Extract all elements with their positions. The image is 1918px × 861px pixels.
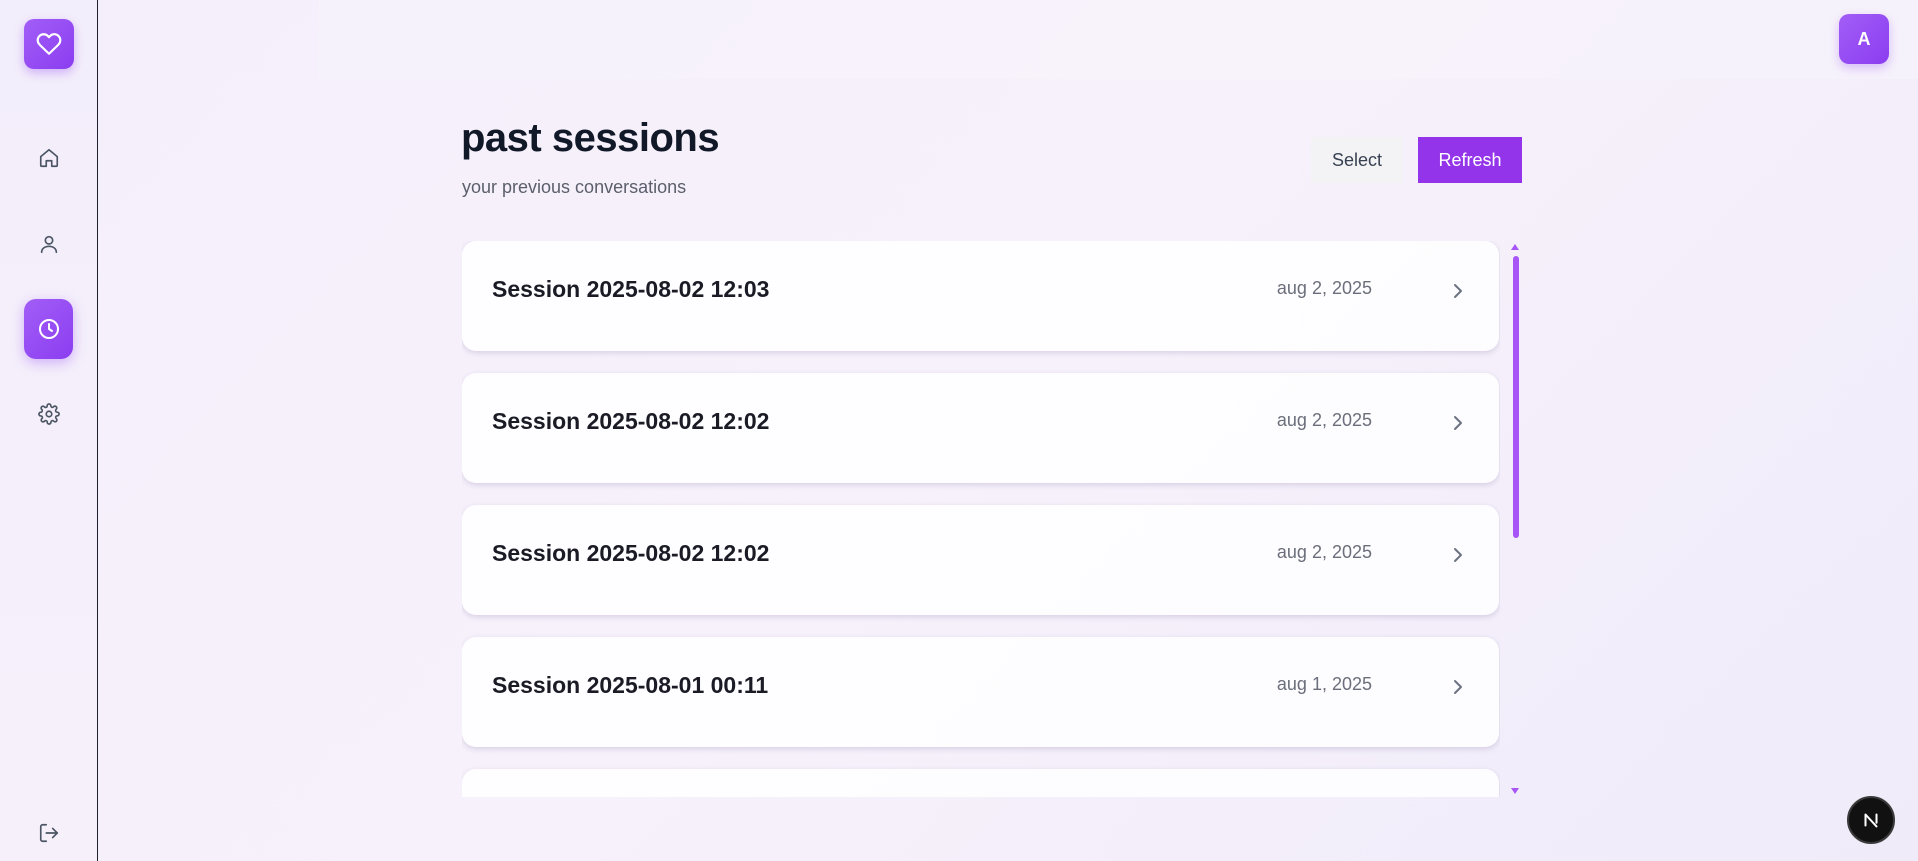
scroll-down-arrow[interactable] [1510,787,1520,795]
sidebar-item-history[interactable] [24,299,73,359]
sidebar [0,0,98,861]
clock-icon [38,319,59,339]
top-bar [318,0,1918,79]
nextjs-dev-badge[interactable]: N [1847,796,1895,844]
page-title: past sessions [461,116,720,160]
app-logo[interactable] [24,19,74,69]
session-date: aug 1, 2025 [1276,674,1372,694]
session-card[interactable] [462,769,1499,797]
session-card[interactable]: Session 2025-08-02 12:03 aug 2, 2025 [462,241,1499,351]
session-title: Session 2025-08-01 00:11 [492,672,769,698]
sidebar-item-settings[interactable] [24,384,73,444]
select-button[interactable]: Select [1311,137,1403,183]
nextjs-logo-icon [1864,813,1878,828]
scroll-up-arrow[interactable] [1510,243,1520,251]
user-icon [40,235,57,254]
chevron-right-icon [1450,545,1466,565]
sidebar-item-home[interactable] [24,128,73,188]
session-title: Session 2025-08-02 12:03 [492,276,770,302]
gear-icon [37,403,60,425]
session-card[interactable]: Session 2025-08-01 00:11 aug 1, 2025 [462,637,1499,747]
refresh-button[interactable]: Refresh [1418,137,1522,183]
avatar[interactable]: A [1839,14,1889,64]
sidebar-item-profile[interactable] [24,214,73,274]
session-date: aug 2, 2025 [1276,542,1372,562]
chevron-right-icon [1450,677,1466,697]
heart-icon [36,33,62,55]
session-title: Session 2025-08-02 12:02 [492,408,770,434]
session-card[interactable]: Session 2025-08-02 12:02 aug 2, 2025 [462,373,1499,483]
page-subtitle: your previous conversations [462,177,687,197]
scrollbar-thumb[interactable] [1513,256,1519,538]
chevron-right-icon [1450,281,1466,301]
chevron-right-icon [1450,413,1466,433]
logout-icon [39,823,58,843]
home-icon [39,148,58,168]
sessions-list: Session 2025-08-02 12:03 aug 2, 2025 Ses… [462,241,1500,797]
session-title: Session 2025-08-02 12:02 [492,540,770,566]
session-date: aug 2, 2025 [1276,278,1372,298]
session-date: aug 2, 2025 [1276,410,1372,430]
logout-button[interactable] [24,803,73,861]
session-card[interactable]: Session 2025-08-02 12:02 aug 2, 2025 [462,505,1499,615]
